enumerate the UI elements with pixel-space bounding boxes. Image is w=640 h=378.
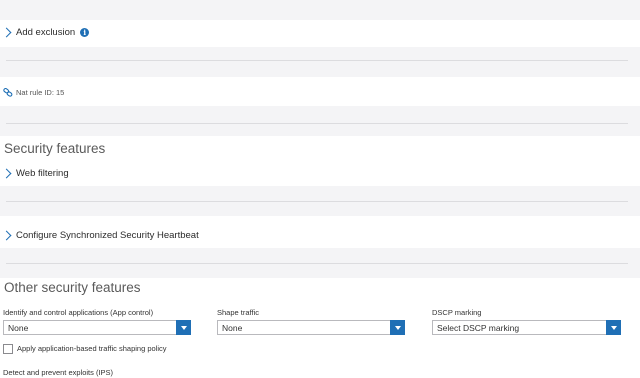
shape-traffic-label: Shape traffic [217,308,259,317]
ips-label: Detect and prevent exploits (IPS) [3,368,114,377]
dscp-label: DSCP marking [432,308,482,317]
divider [6,123,628,124]
nat-rule: Nat rule ID: 15 [3,88,64,97]
dropdown-button[interactable] [606,320,621,335]
dropdown-button[interactable] [176,320,191,335]
shape-traffic-value: None [222,322,243,333]
add-exclusion-toggle[interactable]: Add exclusion i [1,27,90,38]
chevron-right-icon [1,27,12,38]
app-control-select[interactable]: None [3,320,191,335]
info-icon[interactable]: i [80,28,90,37]
heartbeat-toggle[interactable]: Configure Synchronized Security Heartbea… [1,230,199,241]
dscp-value: Select DSCP marking [437,322,520,333]
chevron-right-icon [1,230,12,241]
top-band [0,0,640,20]
security-features-title: Security features [4,141,106,156]
chevron-down-icon [180,325,187,330]
app-control-label: Identify and control applications (App c… [3,308,154,317]
divider [6,201,628,202]
chevron-down-icon [394,325,401,330]
link-icon [3,88,13,97]
add-exclusion-label: Add exclusion [16,27,76,38]
shape-traffic-select[interactable]: None [217,320,405,335]
divider [6,263,628,264]
app-control-value: None [8,322,29,333]
band-3 [0,106,640,136]
heartbeat-label: Configure Synchronized Security Heartbea… [16,230,199,241]
app-shaping-checkbox[interactable] [3,344,13,354]
dropdown-button[interactable] [390,320,405,335]
divider [6,60,628,61]
dscp-select[interactable]: Select DSCP marking [432,320,621,335]
nat-rule-id: Nat rule ID: 15 [16,88,65,97]
chevron-down-icon [610,325,617,330]
web-filtering-toggle[interactable]: Web filtering [1,168,69,179]
band-2 [0,47,640,77]
chevron-right-icon [1,168,12,179]
web-filtering-label: Web filtering [16,168,69,179]
other-security-title: Other security features [4,280,141,295]
app-shaping-label: Apply application-based traffic shaping … [17,344,167,353]
